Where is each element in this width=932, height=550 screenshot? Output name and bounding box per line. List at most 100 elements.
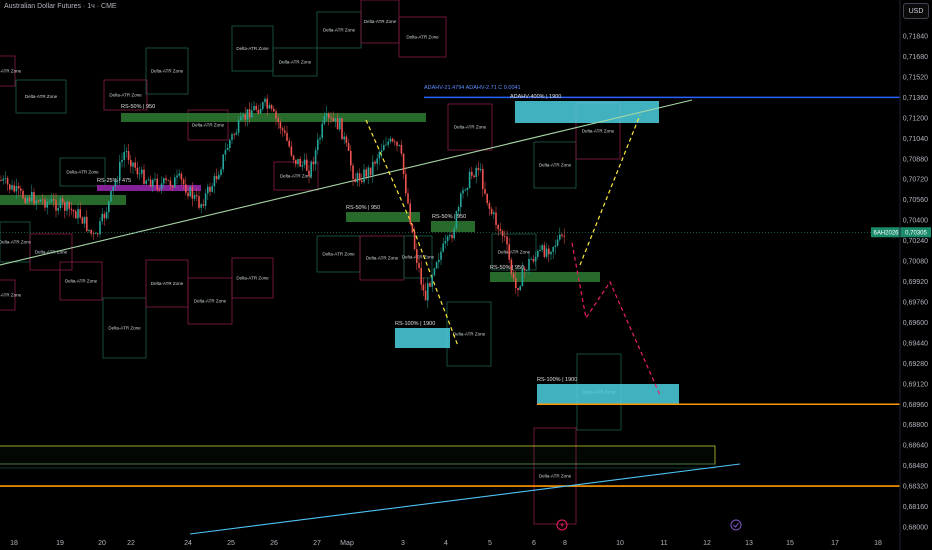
candle-body	[68, 201, 70, 209]
candle-body	[123, 152, 125, 160]
candle-body	[537, 251, 539, 257]
candle	[220, 166, 222, 177]
candle	[374, 160, 376, 167]
candle-body	[394, 141, 396, 143]
candle-body	[134, 162, 136, 168]
currency-button[interactable]: USD	[903, 3, 929, 19]
zone-label: Delta-ATR Zone	[454, 125, 487, 130]
candle-body	[444, 241, 447, 244]
candle	[268, 102, 271, 110]
candle	[405, 166, 407, 197]
candle	[193, 192, 196, 202]
zone-label: Delta-ATR Zone	[236, 276, 269, 281]
candle	[314, 147, 317, 171]
candle	[200, 203, 202, 214]
zone-label: Delta-ATR Zone	[0, 240, 32, 245]
candle-body	[398, 144, 400, 146]
candle-body	[374, 161, 376, 164]
candle-body	[72, 210, 75, 212]
candle-body	[110, 190, 112, 202]
candle	[466, 187, 469, 197]
zone-label: Delta-ATR Zone	[498, 250, 531, 255]
candle	[528, 254, 530, 275]
candle-body	[541, 245, 543, 250]
candle-body	[462, 190, 464, 194]
candle-body	[255, 106, 257, 110]
candle	[262, 101, 264, 112]
x-tick-label: 10	[616, 540, 624, 547]
candle-body	[141, 169, 143, 174]
candle	[154, 172, 156, 183]
candle	[290, 140, 293, 158]
candle-body	[396, 141, 398, 146]
delta-atr-zone: Delta-ATR Zone	[102, 297, 147, 359]
candle	[429, 281, 431, 288]
x-tick-label: 18	[874, 540, 882, 547]
candle-body	[365, 169, 367, 177]
candle-body	[90, 229, 92, 234]
candle	[33, 188, 35, 206]
candle-body	[50, 199, 53, 202]
candle-body	[548, 248, 550, 255]
candle	[31, 184, 33, 204]
candle	[160, 176, 163, 194]
candle	[356, 170, 359, 187]
candle	[103, 211, 106, 226]
candle-body	[105, 212, 108, 219]
candle-body	[552, 246, 554, 252]
y-axis[interactable]: 0,71840 0,71680 0,71520 0,71360 0,71200 0,710…	[899, 0, 928, 550]
candle	[545, 242, 548, 260]
candle-body	[545, 248, 548, 257]
candle	[198, 190, 200, 211]
candle	[264, 96, 266, 107]
candle	[207, 183, 209, 200]
candle-body	[231, 134, 233, 141]
zone-label: Delta-ATR Zone	[364, 19, 397, 24]
delta-atr-zone: Delta-ATR Zone	[272, 47, 318, 77]
candle-body	[9, 184, 11, 190]
candle	[275, 108, 277, 125]
candle	[138, 166, 141, 180]
candle	[167, 179, 169, 182]
x-tick-label: 17	[831, 540, 839, 547]
candle	[312, 156, 315, 172]
candle-body	[449, 234, 451, 237]
x-tick-label: Мар	[340, 540, 354, 547]
candle	[559, 227, 561, 242]
rs-annotation: RS-25% | 475	[97, 178, 131, 184]
candle-body	[499, 229, 502, 231]
delta-atr-zone: Delta-ATR Zone	[0, 55, 22, 87]
candle	[517, 287, 519, 297]
candle-body	[308, 170, 310, 176]
candle-body	[378, 152, 381, 159]
candle-body	[92, 233, 95, 235]
candle	[319, 135, 321, 145]
candle	[77, 203, 79, 225]
candle-body	[37, 200, 40, 202]
candle	[233, 132, 235, 140]
candle-body	[196, 195, 198, 197]
candle-body	[345, 136, 348, 144]
candle	[402, 153, 405, 179]
y-tick-label: 0,71040	[903, 136, 928, 143]
candle	[297, 158, 299, 168]
candle-body	[440, 251, 442, 260]
rs-annotation: RS-100% | 1900	[537, 377, 577, 383]
price-chart[interactable]: Delta-ATR Zone Delta-ATR Zone Delta-ATR Zo…	[0, 0, 932, 550]
candle	[130, 154, 132, 174]
candle-body	[354, 178, 356, 183]
candle-body	[213, 175, 216, 187]
zone-label: Delta-ATR Zone	[582, 129, 615, 134]
candle-body	[143, 169, 145, 184]
candle-body	[554, 245, 557, 247]
current-price-tag: 0,70305	[901, 227, 931, 238]
candle	[303, 153, 306, 169]
x-axis[interactable]: 18 19 20 22 24 25 26 27 Мар 3 4 5 6 8 10 11 12 13 15 17 18	[10, 540, 882, 547]
candle-body	[490, 208, 493, 215]
candle-body	[418, 263, 420, 268]
candle-body	[147, 179, 150, 181]
candle-body	[167, 180, 169, 181]
candle	[88, 229, 90, 234]
candle	[134, 157, 136, 171]
candle-body	[420, 267, 422, 285]
